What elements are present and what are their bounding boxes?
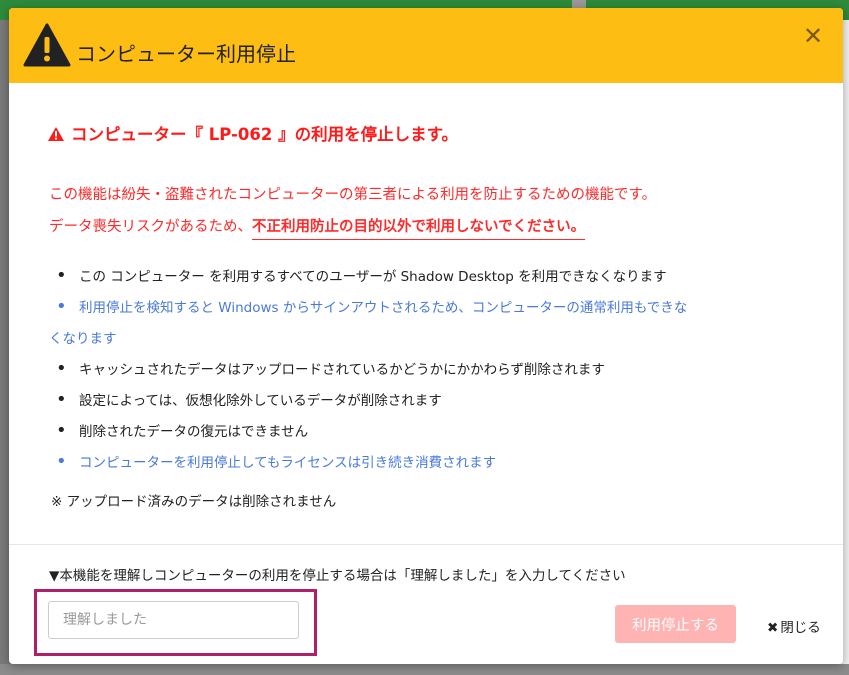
consequences-list: • この コンピューター を利用するすべてのユーザーが Shadow Deskto… bbox=[49, 262, 809, 479]
warning-heading-text: コンピューター『 LP-062 』の利用を停止します。 bbox=[71, 125, 458, 144]
list-item-text: この コンピューター を利用するすべてのユーザーが Shadow Desktop… bbox=[79, 269, 667, 285]
description-emphasis: 不正利用防止の目的以外で利用しないでください。 bbox=[252, 219, 586, 240]
description-line-2: データ喪失リスクがあるため、不正利用防止の目的以外で利用しないでください。 bbox=[49, 215, 586, 240]
bullet-dot: • bbox=[56, 358, 67, 379]
warning-heading: コンピューター『 LP-062 』の利用を停止します。 bbox=[47, 121, 458, 145]
warning-triangle-icon bbox=[23, 23, 71, 67]
bullet-dot: • bbox=[56, 451, 67, 472]
close-label: 閉じる bbox=[780, 620, 821, 636]
list-item-text: キャッシュされたデータはアップロードされているかどうかにかかわらず削除されます bbox=[79, 362, 605, 378]
confirmation-instruction: ▼本機能を理解しコンピューターの利用を停止する場合は「理解しました」を入力してく… bbox=[49, 568, 626, 584]
list-item: • コンピューターを利用停止してもライセンスは引き続き消費されます bbox=[49, 448, 809, 479]
footer-divider bbox=[9, 544, 843, 545]
stop-computer-dialog: コンピューター利用停止 ✕ コンピューター『 LP-062 』の利用を停止します… bbox=[9, 8, 843, 664]
list-item: • この コンピューター を利用するすべてのユーザーが Shadow Deskto… bbox=[49, 262, 809, 293]
note-text: ※ アップロード済みのデータは削除されません bbox=[51, 494, 337, 510]
bullet-dot: • bbox=[56, 265, 67, 286]
bullet-dot: • bbox=[56, 420, 67, 441]
list-item: • キャッシュされたデータはアップロードされているかどうかにかかわらず削除されます bbox=[49, 355, 809, 386]
list-item-text: 利用停止を検知すると Windows からサインアウトされるため、コンピューター… bbox=[79, 300, 688, 316]
background-app-footer bbox=[0, 664, 849, 675]
list-item: • 削除されたデータの復元はできません bbox=[49, 417, 809, 448]
stop-usage-button[interactable]: 利用停止する bbox=[615, 605, 736, 643]
dialog-title: コンピューター利用停止 bbox=[76, 42, 296, 66]
list-item: • 利用停止を検知すると Windows からサインアウトされるため、コンピュータ… bbox=[49, 293, 809, 355]
confirmation-input[interactable] bbox=[48, 601, 299, 639]
description-line-1: この機能は紛失・盗難されたコンピューターの第三者による利用を防止するための機能で… bbox=[49, 187, 657, 203]
bullet-dot: • bbox=[56, 296, 67, 317]
warning-triangle-icon bbox=[48, 127, 64, 141]
close-x-icon: ✖ bbox=[767, 620, 779, 636]
bullet-dot: • bbox=[56, 389, 67, 410]
list-item-continuation: くなります bbox=[49, 331, 117, 347]
list-item: • 設定によっては、仮想化除外しているデータが削除されます bbox=[49, 386, 809, 417]
list-item-text: コンピューターを利用停止してもライセンスは引き続き消費されます bbox=[79, 455, 497, 471]
list-item-text: 削除されたデータの復元はできません bbox=[79, 424, 309, 440]
list-item-text: 設定によっては、仮想化除外しているデータが削除されます bbox=[79, 393, 442, 409]
dialog-header: コンピューター利用停止 ✕ bbox=[9, 8, 843, 83]
close-icon[interactable]: ✕ bbox=[803, 24, 823, 48]
close-button[interactable]: ✖ 閉じる bbox=[767, 616, 821, 636]
description-prefix: データ喪失リスクがあるため、 bbox=[49, 219, 252, 235]
